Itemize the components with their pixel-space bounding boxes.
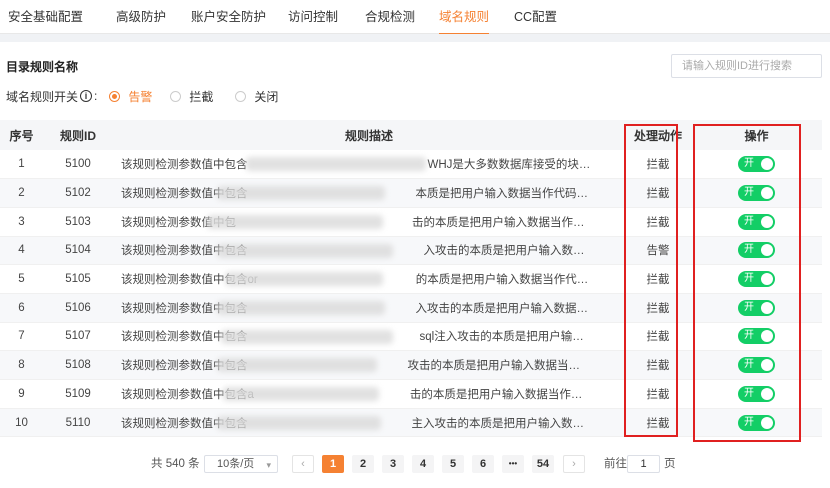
radio-off[interactable]: 关闭 (235, 88, 278, 105)
tab-bar: 安全基础配置 高级防护 账户安全防护 访问控制 合规检测 域名规则 CC配置 (0, 0, 830, 35)
tab-compliance[interactable]: 合规检测 (365, 0, 415, 34)
cell-id: 5104 (43, 236, 113, 266)
highlight-action-column (624, 124, 678, 437)
desc-head: 该规则检测参数值中包含 (121, 159, 248, 172)
section-title: 目录规则名称 (6, 60, 79, 74)
page-button[interactable]: 2 (352, 455, 374, 473)
highlight-op-column (693, 124, 801, 442)
header-id: 规则ID (43, 120, 113, 150)
page-button[interactable]: 5 (442, 455, 464, 473)
search-input[interactable] (671, 54, 822, 78)
redaction-blur (217, 243, 393, 258)
radio-off-label: 关闭 (254, 89, 279, 104)
cell-desc: 该规则检测参数值中包含or的本质是把用户输入数据当作代码执行… (113, 264, 625, 294)
radio-alert[interactable]: 告警 (109, 88, 152, 105)
divider-band (0, 34, 830, 42)
page-button[interactable]: 1 (322, 455, 344, 473)
goto-suffix: 页 (664, 458, 676, 470)
goto-page-input[interactable]: 1 (627, 455, 660, 473)
page-button[interactable]: 6 (472, 455, 494, 473)
cell-id: 5105 (43, 264, 113, 294)
radio-dot-icon (235, 90, 247, 102)
radio-alert-label: 告警 (128, 89, 153, 104)
cell-no: 7 (0, 322, 43, 352)
cell-no: 6 (0, 293, 43, 323)
tab-access-control[interactable]: 访问控制 (288, 0, 338, 34)
redaction-blur (217, 358, 377, 373)
header-no: 序号 (0, 120, 43, 150)
cell-desc: 该规则检测参数值中包含入攻击的本质是把用户输入数据当作代码执行了… (113, 236, 625, 266)
desc-tail: 击的本质是把用户输入数据当作代码执行了… (412, 216, 591, 229)
tab-advanced-protection[interactable]: 高级防护 (116, 0, 166, 34)
rule-switch-colon: : (94, 89, 98, 103)
cell-no: 5 (0, 264, 43, 294)
cell-id: 5107 (43, 322, 113, 352)
cell-id: 5109 (43, 379, 113, 409)
cell-id: 5110 (43, 408, 113, 438)
header-desc: 规则描述 (113, 120, 625, 150)
desc-tail: WHJ是大多数数据库接受的块注释方式，在攻击者构造SQL注… (427, 159, 592, 172)
tab-account-protection[interactable]: 账户安全防护 (191, 0, 266, 34)
desc-tail: 入攻击的本质是把用户输入数据当作代码执行了… (415, 302, 592, 315)
rule-switch-row: 域名规则开关 i : 告警 拦截 关闭 (6, 88, 278, 104)
cell-desc: 该规则检测参数值中包含 WHJ是大多数数据库接受的块注释方式，在攻击者构造SQL注… (113, 150, 625, 180)
desc-tail: 主入攻击的本质是把用户输入数据当作代码执行… (411, 417, 592, 430)
desc-tail: 入攻击的本质是把用户输入数据当作代码执行了… (423, 245, 592, 258)
cell-no: 4 (0, 236, 43, 266)
desc-tail: 击的本质是把用户输入数据当作代码执行… (409, 388, 591, 401)
redaction-blur (221, 329, 393, 344)
radio-block[interactable]: 拦截 (170, 88, 213, 105)
page-size-value: 10条/页 (217, 458, 255, 470)
cell-id: 5106 (43, 293, 113, 323)
radio-block-label: 拦截 (189, 89, 214, 104)
redaction-blur (225, 272, 383, 287)
page-size-select[interactable]: 10条/页 ▾ (204, 455, 278, 473)
pagination-total: 共 540 条 (151, 458, 200, 470)
prev-page-button[interactable]: ‹ (292, 455, 314, 473)
cell-desc: 该规则检测参数值中包击的本质是把用户输入数据当作代码执行了… (113, 207, 625, 237)
page-button[interactable]: 3 (382, 455, 404, 473)
chevron-down-icon: ▾ (266, 460, 271, 470)
desc-tail: 的本质是把用户输入数据当作代码执行… (415, 274, 591, 287)
cell-no: 9 (0, 379, 43, 409)
desc-tail: 攻击的本质是把用户输入数据当作代码执行… (407, 360, 592, 373)
tab-domain-rules[interactable]: 域名规则 (439, 0, 490, 35)
cell-desc: 该规则检测参数值中包含sql注入攻击的本质是把用户输入数据当作代码… (113, 322, 625, 352)
desc-tail: sql注入攻击的本质是把用户输入数据当作代码… (419, 331, 592, 344)
next-page-button[interactable]: › (563, 455, 585, 473)
radio-dot-icon (170, 90, 182, 102)
redaction-blur (207, 214, 383, 229)
goto-label: 前往 (604, 458, 627, 470)
cell-id: 5103 (43, 207, 113, 237)
cell-desc: 该规则检测参数值中包含入攻击的本质是把用户输入数据当作代码执行了… (113, 293, 625, 323)
pagination: 共 540 条 10条/页 ▾ ‹ 1 2 3 4 5 6 ••• 54 › 前往… (0, 455, 830, 473)
cell-desc: 该规则检测参数值中包含本质是把用户输入数据当作代码执行了… (113, 178, 625, 208)
page-button[interactable]: 54 (532, 455, 554, 473)
tab-basic-security[interactable]: 安全基础配置 (8, 0, 83, 34)
cell-id: 5102 (43, 178, 113, 208)
cell-no: 10 (0, 408, 43, 438)
redaction-blur (217, 300, 385, 315)
redaction-blur (217, 186, 385, 201)
page-button[interactable]: 4 (412, 455, 434, 473)
cell-desc: 该规则检测参数值中包含攻击的本质是把用户输入数据当作代码执行… (113, 350, 625, 380)
desc-tail: 本质是把用户输入数据当作代码执行了… (415, 188, 592, 201)
cell-no: 1 (0, 150, 43, 180)
page-ellipsis-button[interactable]: ••• (502, 455, 524, 473)
info-icon[interactable]: i (80, 90, 93, 102)
cell-id: 5108 (43, 350, 113, 380)
rule-switch-label: 域名规则开关 (6, 89, 79, 104)
cell-no: 8 (0, 350, 43, 380)
cell-desc: 该规则检测参数值中包含主入攻击的本质是把用户输入数据当作代码执行… (113, 408, 625, 438)
cell-id: 5100 (43, 150, 113, 180)
redaction-blur (217, 415, 381, 430)
cell-no: 2 (0, 178, 43, 208)
cell-no: 3 (0, 207, 43, 237)
radio-dot-icon (109, 90, 121, 102)
tab-cc-config[interactable]: CC配置 (514, 0, 557, 34)
cell-desc: 该规则检测参数值中包含a击的本质是把用户输入数据当作代码执行… (113, 379, 625, 409)
redaction-blur (246, 157, 426, 171)
redaction-blur (223, 387, 379, 401)
